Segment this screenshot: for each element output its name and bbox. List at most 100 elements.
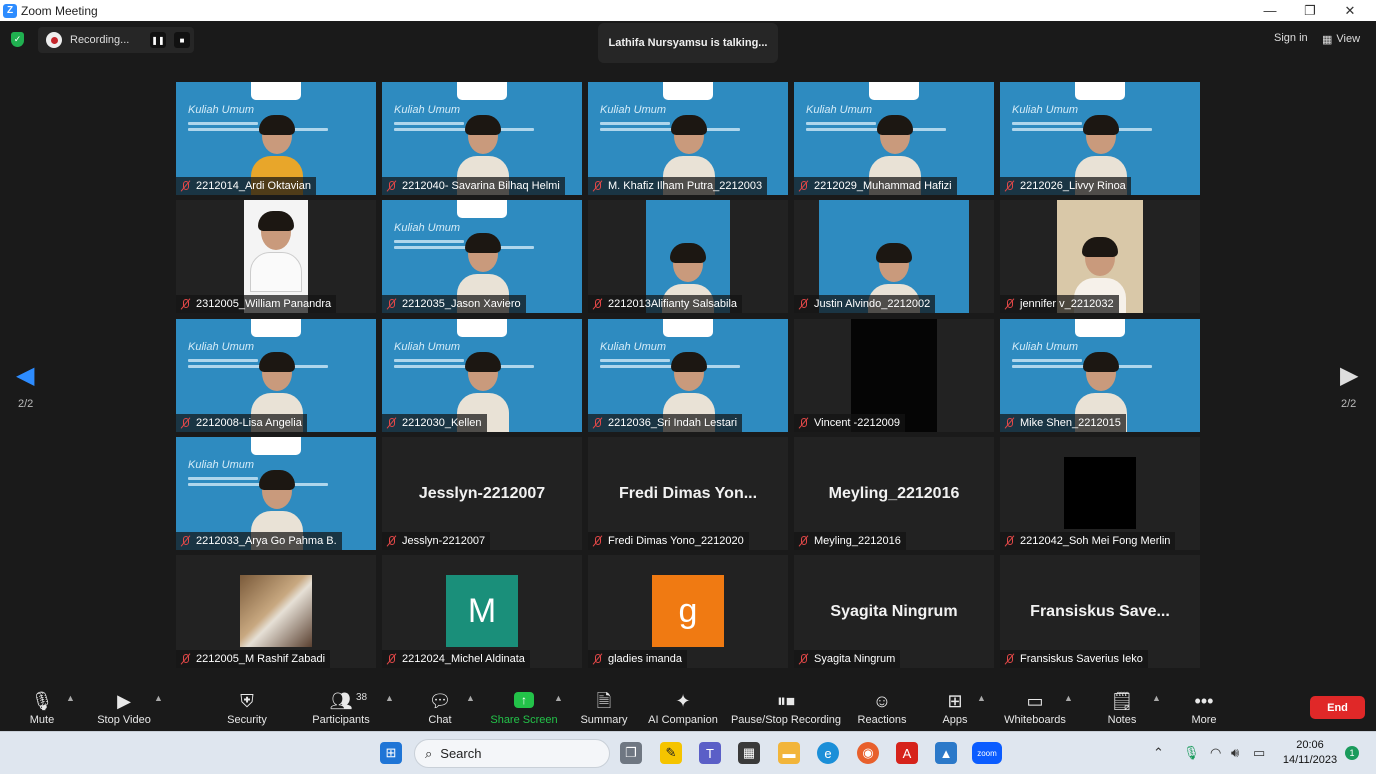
participant-video-tile[interactable]: Syagita Ningrum Syagita Ningrum [794, 555, 994, 668]
participant-video-tile[interactable]: jennifer v_2212032 [1000, 200, 1200, 313]
slide-heading: Kuliah Umum [188, 341, 255, 353]
participant-video-tile[interactable]: Kuliah Umum 2212040- Savarina Bilhaq Helm… [382, 82, 582, 195]
muted-microphone-icon [385, 535, 398, 547]
view-button[interactable]: ▦ View [1322, 30, 1360, 48]
whiteboards-button[interactable]: ▭ Whiteboards [1000, 685, 1070, 731]
muted-microphone-icon [797, 535, 810, 547]
windows-start-icon[interactable]: ⊞ [380, 742, 402, 764]
participant-video-tile[interactable]: 2212005_M Rashif Zabadi [176, 555, 376, 668]
participant-video-tile[interactable]: Kuliah Umum 2212035_Jason Xaviero [382, 200, 582, 313]
sign-in-button[interactable]: Sign in [1266, 30, 1316, 48]
participant-video-tile[interactable]: Vincent -2212009 [794, 319, 994, 432]
participant-video-tile[interactable]: 2212013Alifianty Salsabila [588, 200, 788, 313]
notes-button[interactable]: 🗒︎ Notes [1104, 685, 1140, 731]
firefox-icon[interactable]: ◉ [857, 742, 879, 764]
acrobat-icon[interactable]: A [896, 742, 918, 764]
minimize-button[interactable]: — [1250, 0, 1290, 21]
end-meeting-button[interactable]: End [1310, 696, 1365, 719]
page-indicator-left: 2/2 [18, 398, 34, 410]
participant-name: Vincent -2212009 [814, 417, 901, 429]
participant-video-tile[interactable]: g gladies imanda [588, 555, 788, 668]
ai-companion-button[interactable]: ✦ AI Companion [646, 685, 720, 731]
participant-video-tile[interactable]: Fredi Dimas Yon... Fredi Dimas Yono_22120… [588, 437, 788, 550]
reactions-button[interactable]: ☺ Reactions [856, 685, 908, 731]
more-dots-icon: ••• [1194, 691, 1214, 711]
participant-video-tile[interactable]: Kuliah Umum M. Khafiz Ilham Putra_2212003 [588, 82, 788, 195]
participant-name-tag: jennifer v_2212032 [1000, 295, 1119, 313]
sticky-notes-icon[interactable]: ✎ [660, 742, 682, 764]
view-label: View [1336, 33, 1361, 45]
pause-recording-button[interactable]: ❚❚ [150, 32, 166, 48]
wifi-icon[interactable]: ◠ [1210, 745, 1221, 761]
participant-video-tile[interactable]: Kuliah Umum 2212036_Sri Indah Lestari [588, 319, 788, 432]
microphone-in-use-icon[interactable]: 🎙︎ [1183, 745, 1200, 761]
edge-browser-icon[interactable]: e [817, 742, 839, 764]
task-view-icon[interactable]: ❐ [620, 742, 642, 764]
teams-icon[interactable]: T [699, 742, 721, 764]
participant-video-tile[interactable]: Kuliah Umum 2212014_Ardi Oktavian [176, 82, 376, 195]
battery-icon[interactable]: ▭ [1253, 745, 1265, 761]
participant-name: Justin Alvindo_2212002 [814, 298, 931, 310]
close-button[interactable]: ✕ [1330, 0, 1370, 21]
chat-options-caret-icon[interactable]: ▲ [466, 693, 475, 703]
stop-video-button[interactable]: ▶︎ Stop Video [96, 685, 152, 731]
clock-date: 14/11/2023 [1282, 754, 1338, 766]
participant-video-tile[interactable]: 2312005_William Panandra [176, 200, 376, 313]
participant-video-tile[interactable]: Justin Alvindo_2212002 [794, 200, 994, 313]
calendar-icon[interactable]: ▦ [738, 742, 760, 764]
apps-options-caret-icon[interactable]: ▲ [977, 693, 986, 703]
show-hidden-icons-chevron-icon[interactable]: ⌃ [1153, 745, 1164, 761]
participant-video-tile[interactable]: Jesslyn-2212007 Jesslyn-2212007 [382, 437, 582, 550]
taskbar-clock[interactable]: 20:06 14/11/2023 [1280, 738, 1340, 768]
share-screen-button[interactable]: ↑ Share Screen [490, 685, 558, 731]
whiteboards-options-caret-icon[interactable]: ▲ [1064, 693, 1073, 703]
participant-name-tag: 2212013Alifianty Salsabila [588, 295, 743, 313]
pause-stop-recording-button[interactable]: ⏸︎⏹︎ Pause/Stop Recording [730, 685, 842, 731]
participant-video-tile[interactable]: Kuliah Umum Mike Shen_2212015 [1000, 319, 1200, 432]
participant-video-tile[interactable]: Kuliah Umum 2212029_Muhammad Hafizi [794, 82, 994, 195]
security-button[interactable]: ⛨ Security [224, 685, 270, 731]
mute-button[interactable]: 🎙︎ Mute [22, 685, 62, 731]
slide-logo-banner [663, 319, 713, 337]
participant-name-tag: gladies imanda [588, 650, 687, 668]
volume-icon[interactable]: 🔊︎ [1231, 745, 1239, 761]
restore-button[interactable]: ❐ [1290, 0, 1330, 21]
emoji-reaction-icon: ☺ [872, 691, 892, 711]
recording-indicator: Recording... ❚❚ ■ [38, 27, 194, 53]
notification-badge[interactable]: 1 [1345, 746, 1359, 760]
participant-video-tile[interactable]: M 2212024_Michel Aldinata [382, 555, 582, 668]
participant-video-tile[interactable]: Kuliah Umum 2212026_Livvy Rinoa [1000, 82, 1200, 195]
participant-video-tile[interactable]: Kuliah Umum 2212008-Lisa Angelia [176, 319, 376, 432]
muted-microphone-icon [1003, 417, 1016, 429]
participant-video-tile[interactable]: Meyling_2212016 Meyling_2212016 [794, 437, 994, 550]
zoom-taskbar-icon[interactable]: zoom [972, 742, 1002, 764]
participant-video-tile[interactable]: Kuliah Umum 2212033_Arya Go Pahma B. [176, 437, 376, 550]
muted-microphone-icon [591, 653, 604, 665]
participant-video-tile[interactable]: Kuliah Umum 2212030_Kellen [382, 319, 582, 432]
more-button[interactable]: ••• More [1188, 685, 1220, 731]
encryption-shield-icon[interactable]: ✓ [11, 32, 24, 47]
participant-name: 2212005_M Rashif Zabadi [196, 653, 326, 665]
participant-video-tile[interactable]: 2212042_Soh Mei Fong Merlin [1000, 437, 1200, 550]
summary-button[interactable]: 🗎︎ Summary [578, 685, 630, 731]
video-camera-icon: ▶︎ [117, 691, 131, 711]
participant-name-tag: 2312005_William Panandra [176, 295, 337, 313]
notes-options-caret-icon[interactable]: ▲ [1152, 693, 1161, 703]
video-options-caret-icon[interactable]: ▲ [154, 693, 163, 703]
participant-name: 2212040- Savarina Bilhaq Helmi [402, 180, 560, 192]
title-bar: Z Zoom Meeting — ❐ ✕ [0, 0, 1376, 21]
chat-button[interactable]: 💬︎ Chat [424, 685, 456, 731]
file-explorer-icon[interactable]: ▬ [778, 742, 800, 764]
photos-icon[interactable]: ▲ [935, 742, 957, 764]
taskbar-search-box[interactable]: ⌕ Search [414, 739, 610, 768]
share-options-caret-icon[interactable]: ▲ [554, 693, 563, 703]
participant-video-tile[interactable]: Fransiskus Save... Fransiskus Saverius Ie… [1000, 555, 1200, 668]
audio-options-caret-icon[interactable]: ▲ [66, 693, 75, 703]
share-screen-icon: ↑ [514, 692, 534, 708]
apps-button[interactable]: ⊞ Apps [938, 685, 972, 731]
participants-options-caret-icon[interactable]: ▲ [385, 693, 394, 703]
slide-logo-banner [1075, 319, 1125, 337]
next-page-arrow-icon[interactable]: ▶ [1340, 361, 1358, 390]
stop-recording-button[interactable]: ■ [174, 32, 190, 48]
previous-page-arrow-icon[interactable]: ◀ [16, 361, 34, 390]
